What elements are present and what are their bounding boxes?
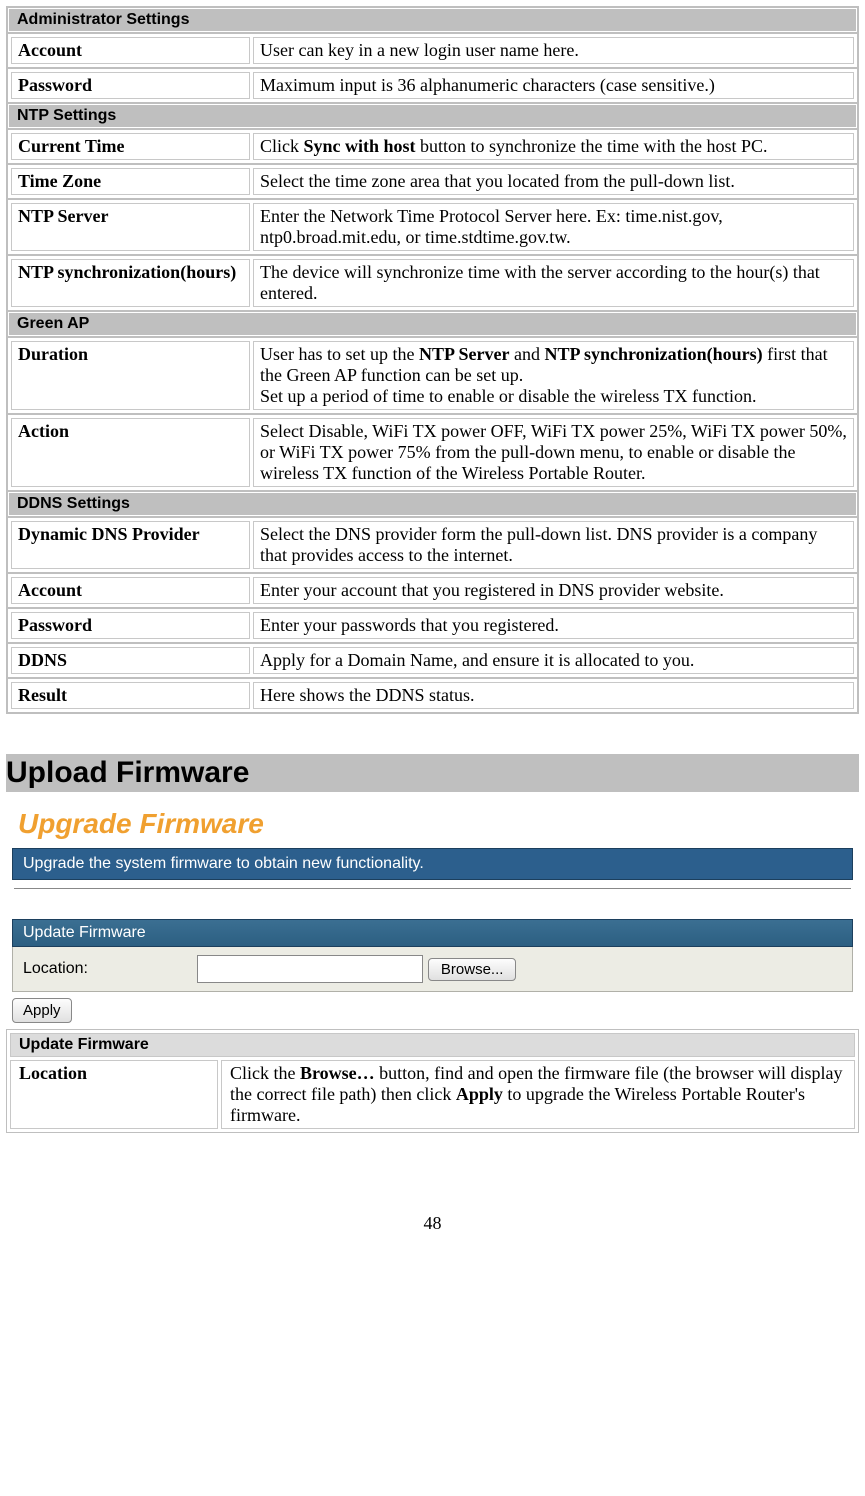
ddns-account-desc: Enter your account that you registered i…	[253, 577, 854, 604]
browse-button[interactable]: Browse...	[428, 958, 517, 981]
fw-body: Location: Browse...	[12, 947, 853, 992]
firmware-screenshot: Upgrade Firmware Upgrade the system firm…	[6, 800, 859, 1023]
update-table-header: Update Firmware	[10, 1033, 855, 1057]
ntp-current-time-label: Current Time	[11, 133, 250, 160]
green-duration-label: Duration	[11, 341, 250, 410]
admin-account-desc: User can key in a new login user name he…	[253, 37, 854, 64]
ddns-provider-label: Dynamic DNS Provider	[11, 521, 250, 569]
update-location-desc: Click the Browse… button, find and open …	[221, 1060, 855, 1129]
update-firmware-table: Update Firmware Location Click the Brows…	[6, 1029, 859, 1133]
section-header-admin: Administrator Settings	[8, 8, 857, 32]
ddns-ddns-desc: Apply for a Domain Name, and ensure it i…	[253, 647, 854, 674]
fw-divider	[14, 888, 851, 889]
section-header-green: Green AP	[8, 312, 857, 336]
fw-page-title: Upgrade Firmware	[6, 800, 859, 844]
upload-firmware-heading: Upload Firmware	[6, 754, 859, 792]
green-action-desc: Select Disable, WiFi TX power OFF, WiFi …	[253, 418, 854, 487]
ddns-result-label: Result	[11, 682, 250, 709]
ntp-current-time-desc: Click Sync with host button to synchroni…	[253, 133, 854, 160]
fw-banner: Upgrade the system firmware to obtain ne…	[12, 848, 853, 880]
ddns-ddns-label: DDNS	[11, 647, 250, 674]
settings-table: Administrator Settings Account User can …	[6, 6, 859, 714]
page-number: 48	[6, 1213, 859, 1234]
green-action-label: Action	[11, 418, 250, 487]
admin-password-desc: Maximum input is 36 alphanumeric charact…	[253, 72, 854, 99]
admin-account-label: Account	[11, 37, 250, 64]
ddns-password-label: Password	[11, 612, 250, 639]
update-location-label: Location	[10, 1060, 218, 1129]
ntp-sync-desc: The device will synchronize time with th…	[253, 259, 854, 307]
ntp-tz-label: Time Zone	[11, 168, 250, 195]
ddns-result-desc: Here shows the DDNS status.	[253, 682, 854, 709]
section-header-ddns: DDNS Settings	[8, 492, 857, 516]
ntp-server-desc: Enter the Network Time Protocol Server h…	[253, 203, 854, 251]
ddns-password-desc: Enter your passwords that you registered…	[253, 612, 854, 639]
ddns-account-label: Account	[11, 577, 250, 604]
ntp-sync-label: NTP synchronization(hours)	[11, 259, 250, 307]
fw-location-input[interactable]	[197, 955, 423, 983]
apply-button[interactable]: Apply	[12, 998, 72, 1023]
fw-location-label: Location:	[23, 960, 193, 978]
ddns-provider-desc: Select the DNS provider form the pull-do…	[253, 521, 854, 569]
section-header-ntp: NTP Settings	[8, 104, 857, 128]
ntp-server-label: NTP Server	[11, 203, 250, 251]
admin-password-label: Password	[11, 72, 250, 99]
green-duration-desc: User has to set up the NTP Server and NT…	[253, 341, 854, 410]
ntp-tz-desc: Select the time zone area that you locat…	[253, 168, 854, 195]
fw-update-header: Update Firmware	[12, 919, 853, 947]
